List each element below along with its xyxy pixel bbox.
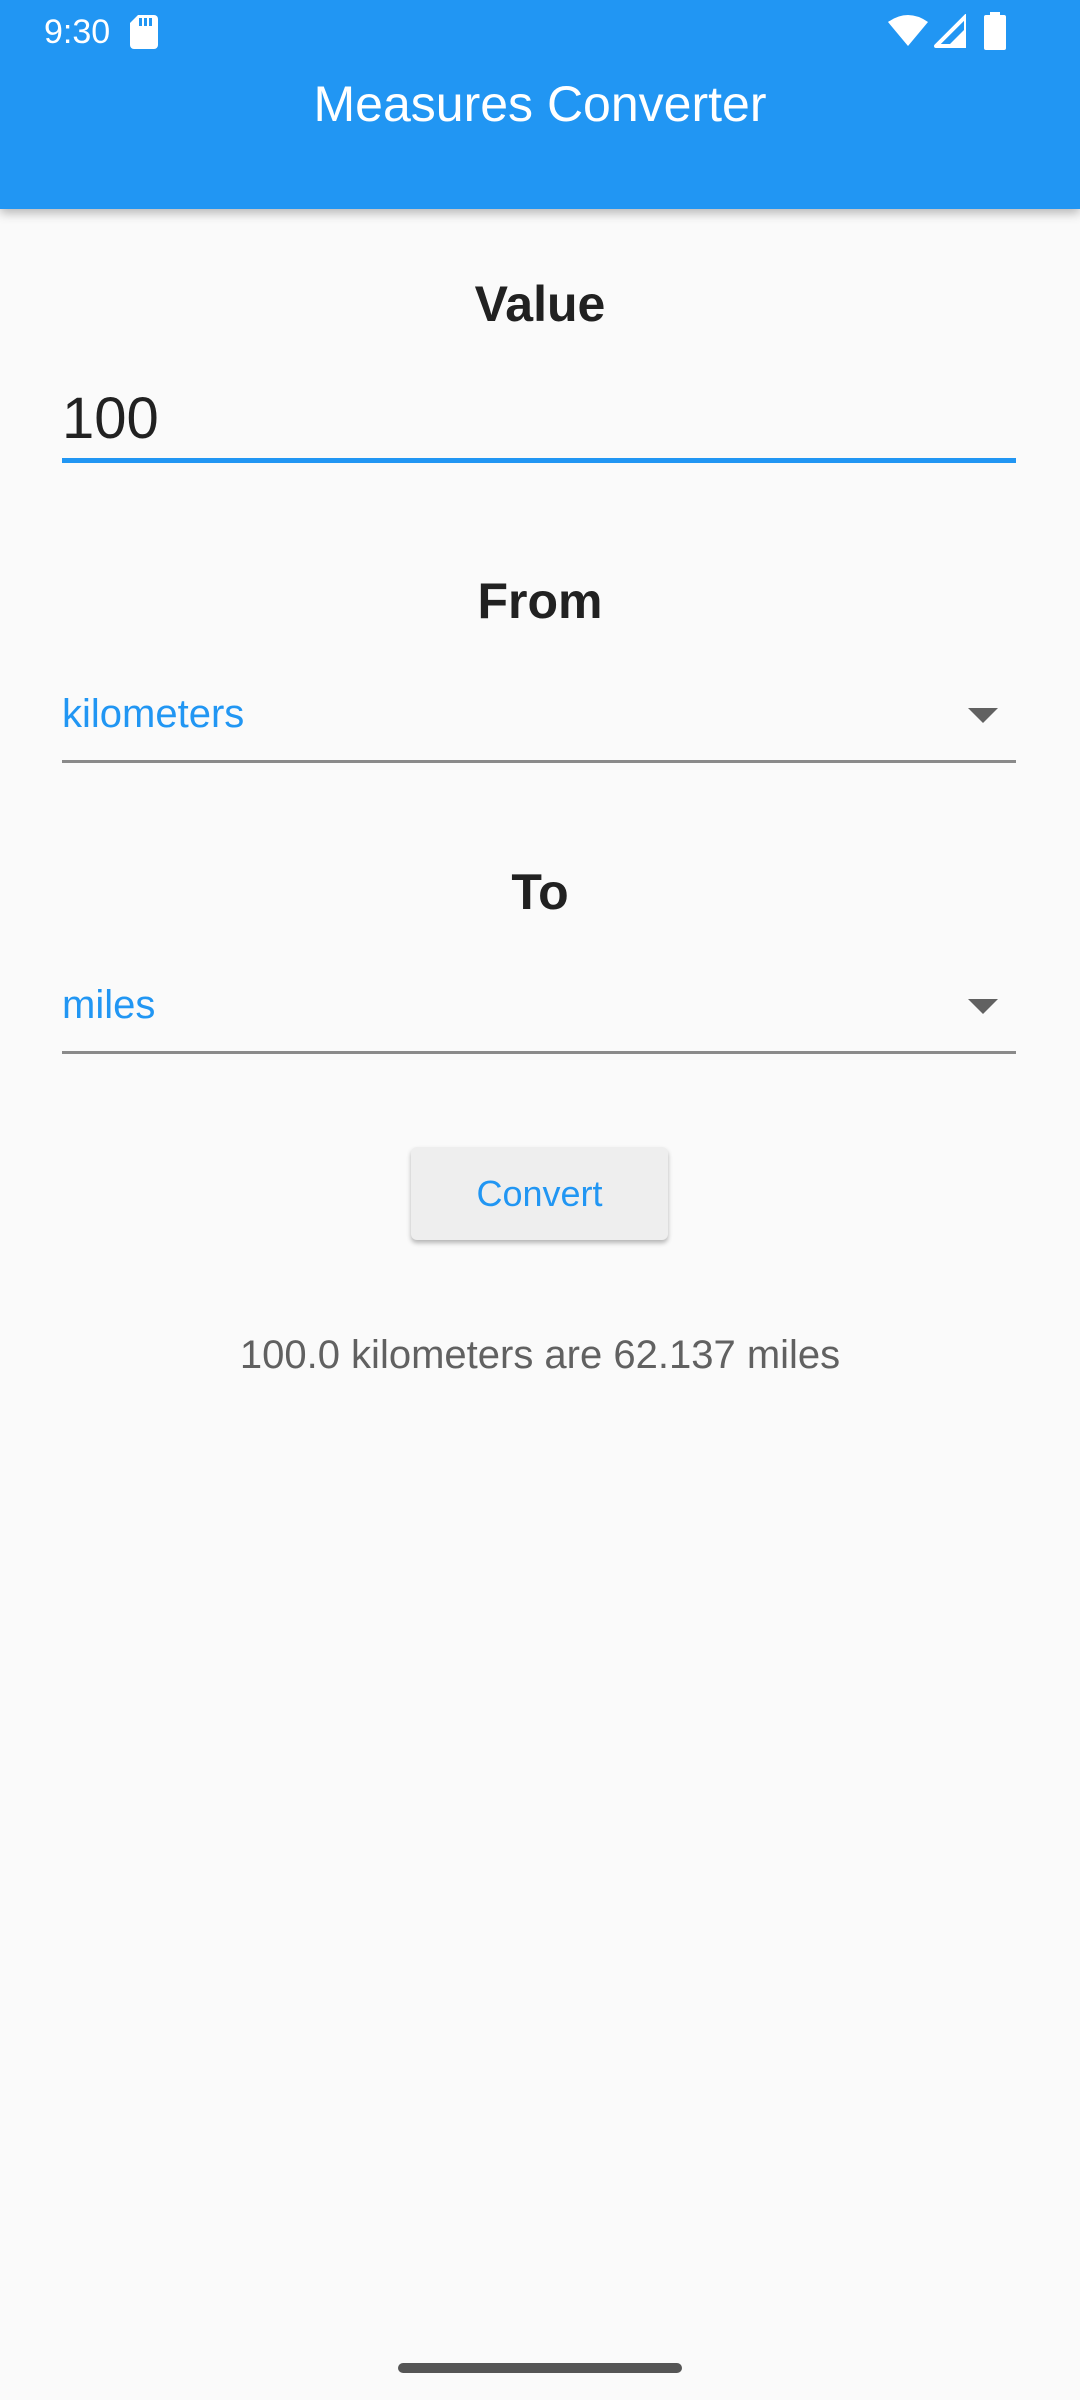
to-unit-dropdown[interactable]: miles: [62, 975, 1016, 1054]
dropdown-arrow-icon: [968, 708, 998, 723]
to-label: To: [511, 864, 569, 920]
sd-card-icon: [130, 15, 158, 49]
wifi-icon: [888, 15, 928, 46]
status-time: 9:30: [44, 13, 111, 51]
battery-icon: [984, 12, 1006, 50]
home-indicator[interactable]: [398, 2363, 682, 2373]
result-text: 100.0 kilometers are 62.137 miles: [239, 1333, 841, 1377]
app-title: Measures Converter: [313, 76, 767, 132]
from-unit-dropdown[interactable]: kilometers: [62, 684, 1016, 763]
to-unit-value: miles: [62, 983, 156, 1027]
app-bar: 9:30 Measures Converter: [0, 0, 1080, 209]
cell-signal-icon: [934, 14, 966, 48]
dropdown-arrow-icon: [968, 999, 998, 1014]
value-label: Value: [474, 276, 606, 332]
value-input[interactable]: [62, 378, 1016, 463]
from-unit-value: kilometers: [62, 692, 245, 736]
from-label: From: [477, 573, 603, 629]
convert-button[interactable]: Convert: [411, 1147, 668, 1240]
